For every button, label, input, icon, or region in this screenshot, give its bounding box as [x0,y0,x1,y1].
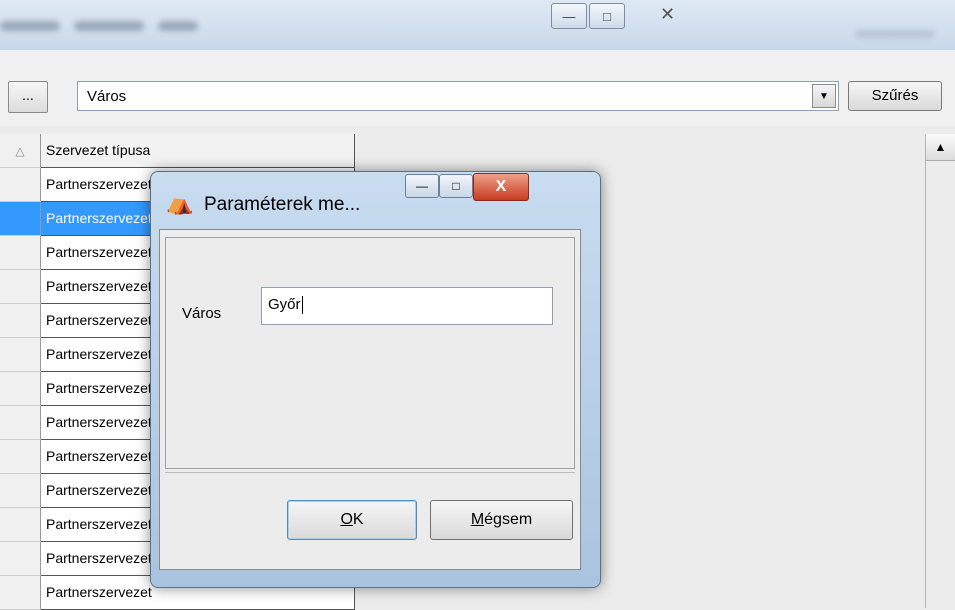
close-icon: ✕ [660,3,676,24]
ellipsis-button[interactable]: ... [8,81,48,113]
column-header[interactable]: Szervezet típusa [41,134,355,168]
row-header[interactable] [0,270,41,304]
dialog-client-area: Város Győr OK Mégsem [159,229,581,570]
row-header[interactable] [0,440,41,474]
ok-button[interactable]: OK [287,500,417,540]
vertical-scrollbar[interactable]: ▲ [925,134,955,608]
cancel-button[interactable]: Mégsem [430,500,573,540]
city-label: Város [182,305,222,322]
row-headers: △ [0,134,41,610]
dialog-maximize-button[interactable]: □ [439,174,473,198]
ok-accelerator: O [340,511,353,528]
dialog-separator [165,472,575,473]
row-header[interactable] [0,474,41,508]
dialog-app-icon: ⛺ [166,190,194,215]
scroll-up-icon[interactable]: ▲ [926,134,955,161]
cancel-label-rest: égsem [484,511,533,528]
row-header[interactable] [0,542,41,576]
field-combo-value: Város [87,88,127,105]
main-minimize-button[interactable]: — [551,3,587,29]
main-title-bar: — □ ✕ [0,0,955,51]
row-header[interactable] [0,202,41,236]
text-cursor [301,296,303,315]
parameters-dialog: ⛺ Paraméterek me... — □ X Város Győr OK … [150,171,601,588]
row-header[interactable] [0,508,41,542]
dialog-minimize-button[interactable]: — [405,174,439,198]
dialog-close-button[interactable]: X [473,173,529,201]
main-window-buttons: — □ [551,3,627,29]
row-header[interactable] [0,168,41,202]
sort-indicator-icon[interactable]: △ [0,134,41,168]
city-input[interactable]: Győr [261,287,553,325]
row-header[interactable] [0,406,41,440]
city-input-value: Győr [268,296,301,313]
ok-label-rest: K [352,511,364,528]
field-combo[interactable]: Város ▼ [77,81,839,111]
row-header[interactable] [0,236,41,270]
row-header[interactable] [0,338,41,372]
blurred-title-right [855,30,935,38]
main-close-button[interactable]: ✕ [624,0,955,28]
dropdown-arrow-icon[interactable]: ▼ [812,84,836,108]
dialog-title: Paraméterek me... [204,194,361,215]
row-header[interactable] [0,576,41,610]
main-maximize-button[interactable]: □ [589,3,625,29]
row-header[interactable] [0,372,41,406]
blurred-title-text [0,18,320,36]
cancel-accelerator: M [470,511,485,528]
dialog-parameter-panel: Város Győr [165,237,575,469]
row-header[interactable] [0,304,41,338]
filter-button[interactable]: Szűrés [848,81,942,111]
